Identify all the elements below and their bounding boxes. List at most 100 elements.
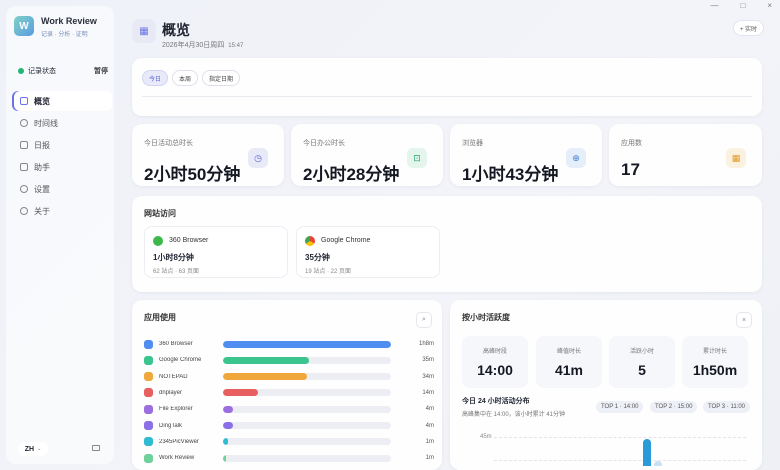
date-text: 2026年4月30日周四 <box>162 42 225 49</box>
app-row[interactable]: DingTalk 4m <box>144 420 434 432</box>
sidebar-item-label: 助手 <box>34 162 50 172</box>
metric-active-hours: 活跃小时 5 <box>609 336 675 388</box>
sidebar-item-report[interactable]: 日报 <box>14 135 112 155</box>
metric-label: 峰值时长 <box>556 349 581 355</box>
metric-value: 5 <box>638 362 646 378</box>
app-row[interactable]: Google Chrome 35m <box>144 354 434 366</box>
app-name: 2345PicViewer <box>159 438 199 445</box>
metric-label: 活跃小时 <box>629 349 654 355</box>
site-card-chrome[interactable]: Google Chrome 35分钟 19 站点 · 22 页面 <box>296 226 440 278</box>
sidebar-item-label: 关于 <box>34 206 50 216</box>
page-header: ▦ 概览 2026年4月30日周四 15:47 + 实时 <box>120 12 774 60</box>
expand-icon[interactable]: × <box>736 312 752 328</box>
page-title: 概览 <box>162 22 190 38</box>
app-row[interactable]: dnplayer 14m <box>144 387 434 399</box>
expand-icon[interactable]: ⌕ <box>416 312 432 328</box>
app-icon <box>144 404 153 414</box>
home-icon <box>20 97 28 105</box>
stat-label: 今日办公时长 <box>303 140 345 147</box>
sidebar-item-about[interactable]: 关于 <box>14 201 112 221</box>
hour-bar[interactable] <box>653 460 662 466</box>
stat-label: 今日活动总时长 <box>144 140 193 147</box>
stat-card-total: 今日活动总时长 2小时50分钟 ◷ <box>132 124 284 186</box>
distribution-title: 今日 24 小时活动分布 <box>462 398 530 405</box>
pause-button[interactable]: 暂停 <box>94 66 108 76</box>
usage-bar <box>223 356 309 364</box>
minimize-icon[interactable]: — <box>710 0 718 12</box>
app-icon <box>144 355 153 365</box>
page-date: 2026年4月30日周四 15:47 <box>162 40 243 50</box>
tab-today[interactable]: 今日 <box>142 70 169 86</box>
app-name: Work Review <box>41 16 97 26</box>
section-title: 网站访问 <box>144 209 176 218</box>
site-meta: 19 站点 · 22 页面 <box>305 269 352 275</box>
site-card-360[interactable]: 360 Browser 1小时8分钟 62 站点 · 63 页面 <box>144 226 288 278</box>
app-icon <box>144 437 153 447</box>
sidebar-item-timeline[interactable]: 时间线 <box>14 113 112 133</box>
stat-label: 应用数 <box>621 140 642 147</box>
monitor-icon[interactable] <box>92 445 100 451</box>
usage-bar <box>223 389 259 397</box>
realtime-button[interactable]: + 实时 <box>732 20 764 36</box>
stat-card-work: 今日办公时长 2小时28分钟 ⊡ <box>291 124 443 186</box>
app-icon <box>144 388 153 398</box>
status-dot-icon <box>18 68 24 74</box>
app-icon <box>144 372 153 382</box>
top-hour-pill: TOP 2 · 15:00 <box>650 401 698 413</box>
sidebar-item-label: 设置 <box>34 184 50 194</box>
app-subtitle: 记录 · 分析 · 证明 <box>41 32 88 38</box>
app-row[interactable]: 360 Browser 1h8m <box>144 338 434 350</box>
info-icon <box>20 207 28 215</box>
maximize-icon[interactable]: □ <box>740 0 745 12</box>
metric-value: 1h50m <box>692 362 738 378</box>
app-time: 34m <box>422 373 434 380</box>
app-time: 1m <box>425 438 434 445</box>
close-icon[interactable]: × <box>767 0 772 12</box>
app-row[interactable]: File Explorer 4m <box>144 403 434 415</box>
site-meta: 62 站点 · 63 页面 <box>153 269 200 275</box>
app-icon <box>144 339 153 349</box>
apps-grid-icon: ▦ <box>726 148 746 168</box>
usage-track <box>223 438 391 446</box>
sidebar-nav: 概览 时间线 日报 助手 设置 关于 <box>14 91 112 223</box>
chrome-icon <box>305 236 315 246</box>
app-name: dnplayer <box>159 389 183 396</box>
metric-total-duration: 累计时长 1h50m <box>682 336 748 388</box>
metric-value: 41m <box>554 362 584 378</box>
stat-value: 1小时43分钟 <box>462 165 559 184</box>
app-time: 1h8m <box>418 341 434 347</box>
language-select[interactable]: ZH ⌄ <box>18 442 48 456</box>
app-row[interactable]: NOTEPAD 34m <box>144 371 434 383</box>
metric-label: 高峰时段 <box>482 349 507 355</box>
brand: W Work Review 记录 · 分析 · 证明 <box>14 16 97 38</box>
sidebar-item-assistant[interactable]: 助手 <box>14 157 112 177</box>
clock-icon: ◷ <box>248 148 268 168</box>
sidebar-item-settings[interactable]: 设置 <box>14 179 112 199</box>
site-time: 35分钟 <box>305 253 330 262</box>
sidebar: W Work Review 记录 · 分析 · 证明 记录状态 暂停 概览 时间… <box>6 6 114 464</box>
usage-track <box>223 389 391 397</box>
metric-peak-duration: 峰值时长 41m <box>536 336 602 388</box>
stat-value: 2小时28分钟 <box>303 165 400 184</box>
tab-custom-date[interactable]: 指定日期 <box>202 70 241 86</box>
website-visits-card: 网站访问 360 Browser 1小时8分钟 62 站点 · 63 页面 Go… <box>132 196 762 292</box>
usage-bar <box>223 405 234 413</box>
app-name: File Explorer <box>159 406 193 413</box>
tab-this-week[interactable]: 本周 <box>172 70 199 86</box>
sidebar-item-overview[interactable]: 概览 <box>14 91 112 111</box>
hour-bar[interactable] <box>643 438 651 466</box>
app-row[interactable]: 2345PicViewer 1m <box>144 436 434 448</box>
app-name: Google Chrome <box>159 357 202 364</box>
language-value: ZH <box>24 445 35 453</box>
gear-icon <box>20 185 28 193</box>
usage-bar <box>223 454 227 462</box>
grid-line <box>494 437 746 438</box>
app-row[interactable]: Work Review 1m <box>144 452 434 464</box>
time-text: 15:47 <box>228 43 244 49</box>
top-hour-pill: TOP 3 · 11:00 <box>703 401 751 413</box>
metric-peak-hour: 高峰时段 14:00 <box>462 336 528 388</box>
site-time: 1小时8分钟 <box>153 253 194 262</box>
app-name: DingTalk <box>159 422 183 429</box>
360-browser-icon <box>153 236 163 246</box>
document-icon <box>20 141 28 149</box>
